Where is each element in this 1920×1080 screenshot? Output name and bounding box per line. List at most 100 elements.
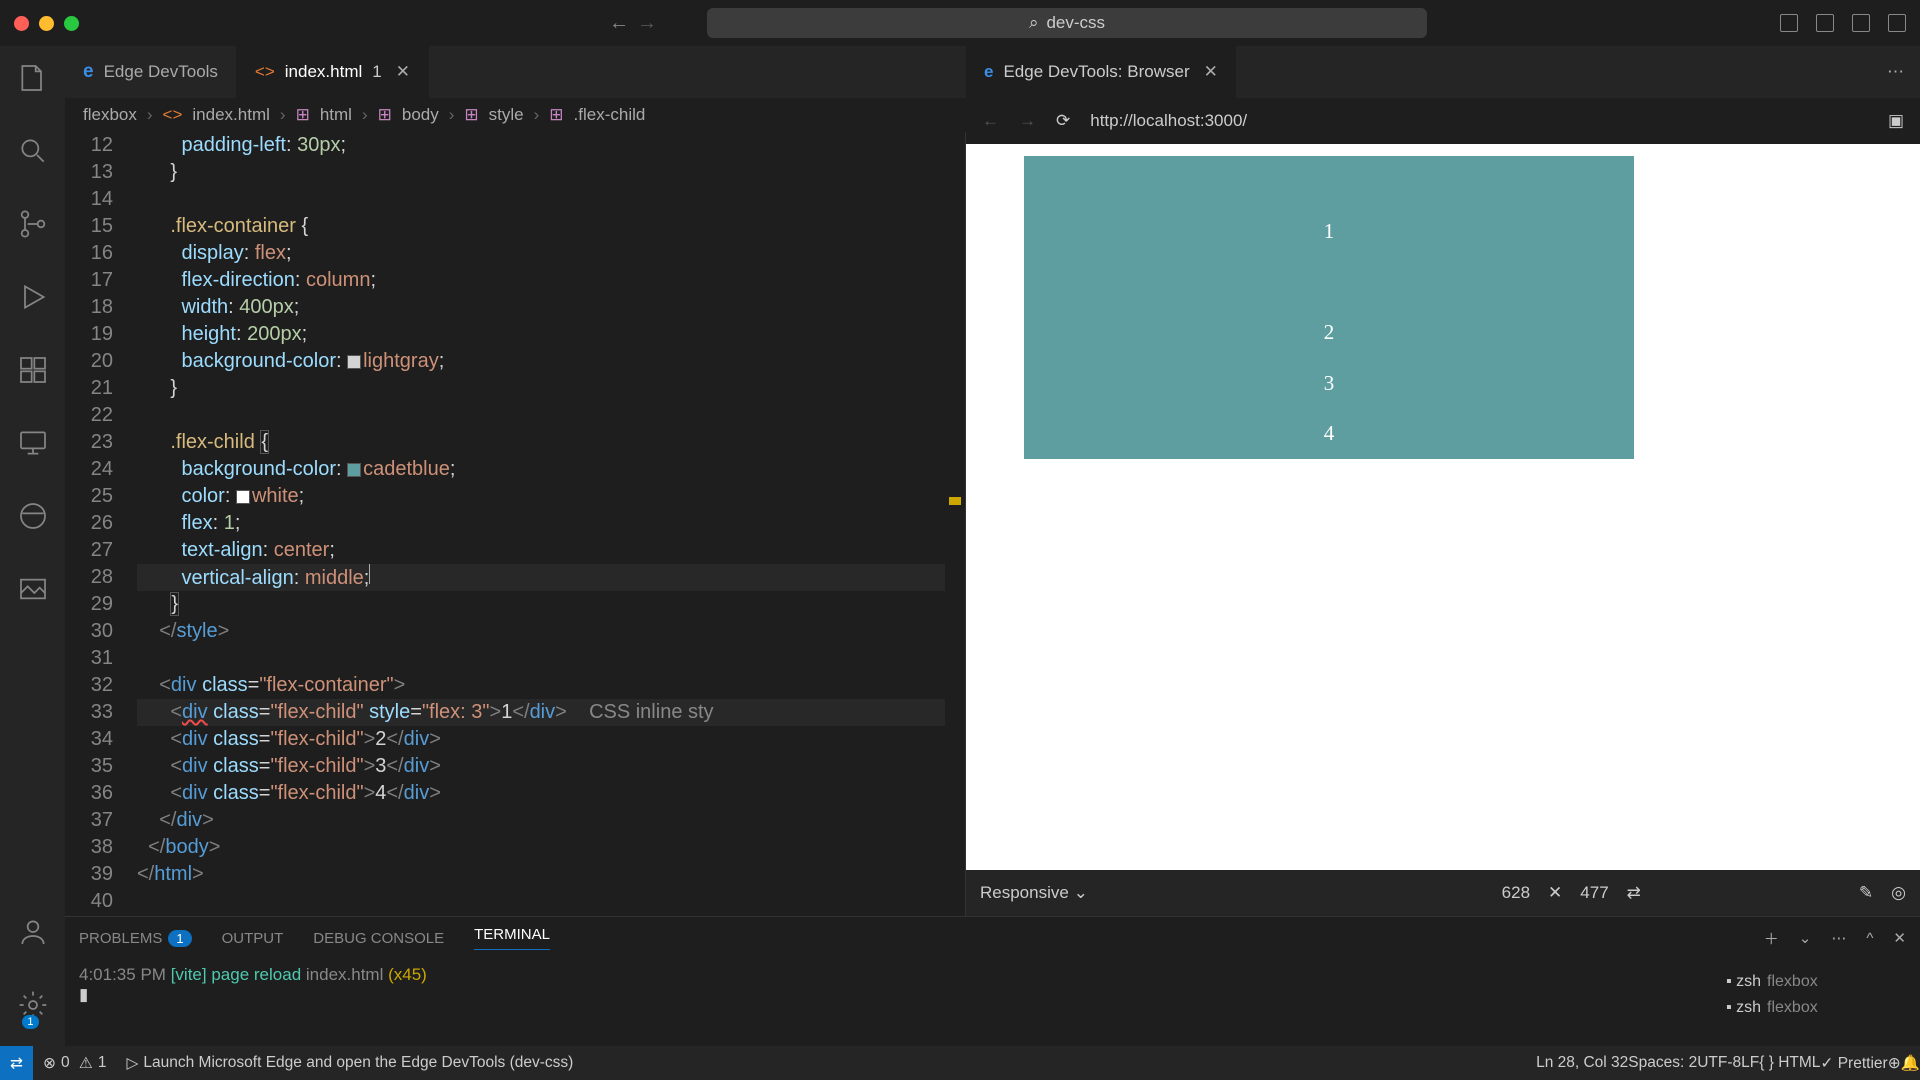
- status-cursor[interactable]: Ln 28, Col 32: [1536, 1054, 1628, 1073]
- status-language[interactable]: { } HTML: [1759, 1054, 1820, 1073]
- crumb[interactable]: .flex-child: [574, 105, 646, 125]
- remote-indicator[interactable]: ⇄: [0, 1046, 33, 1080]
- browser-url[interactable]: http://localhost:3000/: [1090, 111, 1247, 131]
- browser-reload-icon[interactable]: ⟳: [1056, 111, 1070, 131]
- source-control-icon[interactable]: [17, 208, 49, 245]
- status-bar: ⇄ ⊗ 0 ⚠ 1 ▷ Launch Microsoft Edge and op…: [0, 1046, 1920, 1080]
- remote-explorer-icon[interactable]: [17, 427, 49, 464]
- close-tab-icon[interactable]: ✕: [1204, 62, 1218, 82]
- preview-item: 2: [1024, 308, 1634, 359]
- line-gutter: 1213141516 1718192021 2223242526 2728293…: [65, 132, 137, 916]
- panel-tab-problems[interactable]: PROBLEMS1: [79, 930, 192, 947]
- account-icon[interactable]: [17, 916, 49, 953]
- tab-browser[interactable]: e Edge DevTools: Browser ✕: [966, 46, 1236, 98]
- status-indent[interactable]: Spaces: 2: [1628, 1054, 1697, 1073]
- crumb[interactable]: style: [489, 105, 524, 125]
- status-encoding[interactable]: UTF-8: [1697, 1054, 1741, 1073]
- terminal-list[interactable]: ▪ zshflexbox ▪ zshflexbox: [1726, 965, 1906, 1040]
- crumb[interactable]: body: [402, 105, 439, 125]
- maximize-window[interactable]: [64, 16, 79, 31]
- preview-item: 4: [1024, 409, 1634, 460]
- settings-icon[interactable]: 1: [17, 989, 49, 1026]
- status-feedback-icon[interactable]: ⊕: [1888, 1054, 1901, 1073]
- browser-back-icon[interactable]: ←: [982, 111, 999, 131]
- terminal-session[interactable]: ▪ zshflexbox: [1726, 969, 1906, 995]
- preview-flex-container: 1 2 3 4: [1024, 156, 1634, 459]
- device-mode[interactable]: Responsive ⌄: [980, 883, 1088, 903]
- layout-customize-icon[interactable]: [1888, 14, 1906, 32]
- status-launch[interactable]: ▷ Launch Microsoft Edge and open the Edg…: [116, 1054, 583, 1073]
- crumb[interactable]: flexbox: [83, 105, 137, 125]
- image-icon[interactable]: [17, 573, 49, 610]
- terminal[interactable]: 4:01:35 PM [vite] page reload index.html…: [65, 959, 1920, 1046]
- tab-label: index.html: [285, 62, 362, 82]
- extensions-icon[interactable]: [17, 354, 49, 391]
- rotate-icon[interactable]: ⇄: [1627, 883, 1641, 903]
- new-terminal-icon[interactable]: ＋: [1764, 928, 1779, 949]
- run-debug-icon[interactable]: [17, 281, 49, 318]
- minimap[interactable]: [945, 132, 965, 916]
- maximize-panel-icon[interactable]: ^: [1866, 930, 1873, 947]
- edge-tab-icon: e: [984, 62, 993, 82]
- viewport-height[interactable]: 477: [1580, 883, 1608, 903]
- browser-toolbar: ← → ⟳ http://localhost:3000/ ▣: [966, 98, 1920, 144]
- terminal-dropdown-icon[interactable]: ⌄: [1799, 929, 1812, 947]
- close-window[interactable]: [14, 16, 29, 31]
- dimension-x: ✕: [1548, 883, 1562, 903]
- layout-panel-left-icon[interactable]: [1780, 14, 1798, 32]
- browser-pane: e Edge DevTools: Browser ✕ ⋯ ← → ⟳ http:…: [965, 132, 1920, 916]
- traffic-lights: [14, 16, 79, 31]
- minimize-window[interactable]: [39, 16, 54, 31]
- nav-forward-icon[interactable]: →: [637, 12, 657, 35]
- explorer-icon[interactable]: [17, 62, 49, 99]
- device-toolbar: Responsive ⌄ 628 ✕ 477 ⇄ ✎ ◎: [966, 870, 1920, 916]
- layout-panel-right-icon[interactable]: [1852, 14, 1870, 32]
- titlebar: ← → ⌕ dev-css: [0, 0, 1920, 46]
- status-errors[interactable]: ⊗ 0 ⚠ 1: [33, 1054, 116, 1073]
- edge-icon[interactable]: [17, 500, 49, 537]
- chevron-down-icon: ⌄: [1074, 883, 1088, 902]
- browser-viewport[interactable]: 1 2 3 4: [966, 144, 1920, 870]
- close-tab-icon[interactable]: ✕: [396, 62, 410, 82]
- code-editor[interactable]: 1213141516 1718192021 2223242526 2728293…: [65, 132, 965, 916]
- status-eol[interactable]: LF: [1741, 1054, 1759, 1073]
- activity-bar: 1: [0, 46, 65, 1046]
- target-icon[interactable]: ◎: [1891, 883, 1906, 903]
- html-file-icon: <>: [163, 105, 183, 125]
- panel-tab-output[interactable]: OUTPUT: [222, 930, 284, 947]
- status-bell-icon[interactable]: 🔔: [1901, 1054, 1920, 1073]
- tag-icon: ⊞: [296, 105, 310, 125]
- tab-label: Edge DevTools: Browser: [1003, 62, 1189, 82]
- crumb[interactable]: index.html: [192, 105, 269, 125]
- more-icon[interactable]: ⋯: [1887, 62, 1904, 82]
- viewport-width[interactable]: 628: [1502, 883, 1530, 903]
- edge-tab-icon: e: [83, 61, 94, 83]
- nav-back-icon[interactable]: ←: [609, 12, 629, 35]
- inspect-icon[interactable]: ▣: [1888, 111, 1904, 131]
- bottom-panel: PROBLEMS1 OUTPUT DEBUG CONSOLE TERMINAL …: [65, 916, 1920, 1046]
- search-icon[interactable]: [17, 135, 49, 172]
- html-file-icon: <>: [255, 62, 275, 82]
- code-content: padding-left: 30px; } .flex-container { …: [137, 132, 945, 916]
- browser-forward-icon[interactable]: →: [1019, 111, 1036, 131]
- search-icon: ⌕: [1029, 13, 1039, 33]
- preview-item: 1: [1024, 156, 1634, 308]
- class-icon: ⊞: [549, 105, 563, 125]
- tag-icon: ⊞: [464, 105, 478, 125]
- terminal-session[interactable]: ▪ zshflexbox: [1726, 995, 1906, 1021]
- eyedropper-icon[interactable]: ✎: [1859, 883, 1873, 903]
- status-prettier[interactable]: ✓ Prettier: [1820, 1054, 1887, 1073]
- close-panel-icon[interactable]: ✕: [1893, 929, 1906, 947]
- tab-label: Edge DevTools: [104, 62, 218, 82]
- tag-icon: ⊞: [378, 105, 392, 125]
- crumb[interactable]: html: [320, 105, 352, 125]
- panel-tab-debug[interactable]: DEBUG CONSOLE: [313, 930, 444, 947]
- tab-edge-devtools[interactable]: e Edge DevTools: [65, 46, 237, 98]
- more-icon[interactable]: ⋯: [1831, 929, 1846, 947]
- tab-dirty-count: 1: [372, 62, 381, 82]
- search-text: dev-css: [1046, 13, 1105, 33]
- layout-panel-bottom-icon[interactable]: [1816, 14, 1834, 32]
- panel-tab-terminal[interactable]: TERMINAL: [474, 926, 550, 950]
- tab-index-html[interactable]: <> index.html 1 ✕: [237, 46, 429, 98]
- command-center[interactable]: ⌕ dev-css: [707, 8, 1427, 38]
